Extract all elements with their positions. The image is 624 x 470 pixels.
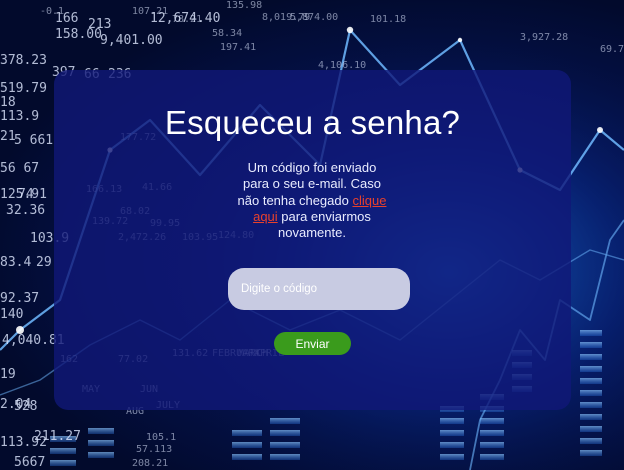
background-ticker-number: 107.21 <box>132 6 168 17</box>
background-ticker-number: 135.98 <box>226 0 262 11</box>
login-stage: 16621312,674.40158.009,401.00378.2339766… <box>0 0 624 470</box>
background-ticker-number: 32.36 <box>6 203 45 218</box>
background-ticker-number: 211.27 <box>34 429 81 444</box>
resend-link-part-1[interactable]: clique <box>352 193 386 208</box>
background-ticker-number: 140 <box>0 307 23 322</box>
background-ticker-number: 56 67 <box>0 161 39 176</box>
instruction-line-4: para enviarmos <box>281 208 371 224</box>
background-ticker-number: -0.1 <box>40 6 64 17</box>
send-button[interactable]: Enviar <box>274 332 351 355</box>
background-ticker-number: 57.113 <box>136 444 172 455</box>
background-ticker-number: 158.00 <box>55 27 102 42</box>
background-ticker-number: 5,874.00 <box>290 12 338 23</box>
instruction-text: Um código foi enviado para o seu e-mail.… <box>226 160 398 241</box>
background-ticker-number: 101.18 <box>370 14 406 25</box>
background-ticker-number: 519.79 <box>0 81 47 96</box>
instruction-line-5: novamente. <box>278 225 346 241</box>
background-ticker-number: 83.4 <box>0 255 31 270</box>
background-ticker-number: 29 <box>36 255 52 270</box>
instruction-line-1: Um código foi enviado <box>247 160 377 175</box>
background-ticker-number: 18 <box>0 95 16 110</box>
background-ticker-number: 3,927.28 <box>520 32 568 43</box>
background-ticker-number: 74 <box>18 187 34 202</box>
background-ticker-number: 69.77 <box>600 44 624 55</box>
background-ticker-number: 5667 <box>14 455 45 470</box>
background-ticker-number: 528 <box>14 399 37 414</box>
instruction-line-2: para o seu e-mail. Caso <box>242 176 381 192</box>
background-ticker-number: 197.41 <box>220 42 256 53</box>
background-ticker-number: 58.34 <box>212 28 242 39</box>
background-ticker-number: 78.21 <box>172 14 202 25</box>
instruction-line-3: não tenha chegado <box>237 192 349 208</box>
background-ticker-number: 19 <box>0 367 16 382</box>
background-ticker-number: 208.21 <box>132 458 168 469</box>
background-ticker-number: 105.1 <box>146 432 176 443</box>
resend-link-part-2[interactable]: aqui <box>253 209 278 224</box>
background-ticker-number: 92.37 <box>0 291 39 306</box>
page-title: Esqueceu a senha? <box>164 104 461 141</box>
verification-code-input[interactable] <box>228 268 410 310</box>
background-ticker-number: 113.9 <box>0 109 39 124</box>
background-ticker-number: 9,401.00 <box>100 33 163 48</box>
background-ticker-number: 378.23 <box>0 53 47 68</box>
background-ticker-number: 5 661 <box>14 133 53 148</box>
